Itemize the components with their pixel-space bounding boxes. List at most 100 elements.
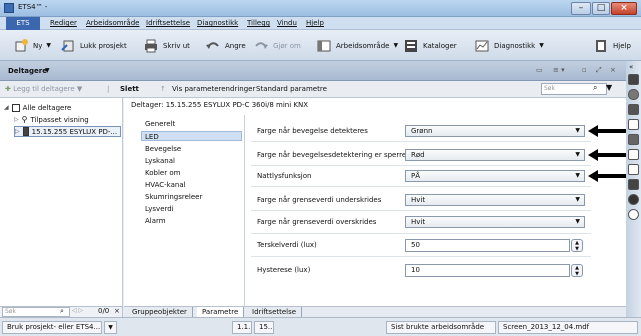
menu-arbeidsomrade[interactable]: Arbeidsområde [86, 19, 139, 27]
nav-item-skumringsreleer[interactable]: Skumringsreleer [145, 192, 202, 202]
maximize-button[interactable]: □ [592, 2, 610, 15]
diagnostics-button[interactable]: Diagnostikk ▼ [474, 30, 544, 61]
ets-menu-button[interactable]: ETS [6, 17, 40, 30]
param-select-motion-color[interactable]: Grønn ▼ [405, 125, 585, 137]
param-value-below-threshold-color: Hvit [411, 196, 426, 204]
minimize-button[interactable]: – [571, 2, 591, 15]
chevron-down-icon: ▼ [108, 324, 113, 331]
hysteresis-stepper[interactable]: ▲ ▼ [571, 264, 583, 277]
status-bar: Bruk prosjekt- eller ETS4... ▼ 1.1... 15… [0, 317, 641, 336]
panel-menu-icon[interactable]: ≡ ▾ [553, 66, 565, 74]
panel-close-icon[interactable]: × [610, 66, 616, 74]
chevron-down-icon: ▼ [575, 172, 580, 179]
chevron-down-icon: ▼ [575, 218, 580, 225]
tree-search-placeholder: Søk [5, 308, 16, 315]
param-select-above-threshold-color[interactable]: Hvit ▼ [405, 216, 585, 228]
device-icon [22, 127, 29, 136]
match-count: 0/0 [98, 307, 110, 315]
menu-idriftsettelse[interactable]: Idriftsettelse [146, 19, 190, 27]
nav-item-lysverdi[interactable]: Lysverdi [145, 204, 174, 214]
add-participants-button[interactable]: ✚ Legg til deltagere ▼ [5, 85, 82, 93]
expand-arrow-icon[interactable]: ◢ [4, 104, 9, 111]
nav-item-generelt[interactable]: Generelt [145, 119, 175, 129]
param-value-night-light: PÅ [411, 172, 421, 180]
panel-restore-icon[interactable]: ▭ [536, 66, 543, 74]
menu-vindu[interactable]: Vindu [277, 19, 297, 27]
catalog-icon [405, 39, 417, 52]
menu-rediger[interactable]: Rediger [50, 19, 77, 27]
clock-icon[interactable] [628, 209, 639, 220]
tree-footer: Søk ⌕ ◁ ▷ 0/0 × [0, 306, 123, 317]
window-title: ETS4™ - [18, 3, 48, 11]
param-input-threshold-lux[interactable]: 50 [405, 239, 570, 252]
tree-item-custom-view[interactable]: ▷ ⚲ Tilpasset visning [14, 114, 89, 125]
threshold-stepper[interactable]: ▲ ▼ [571, 239, 583, 252]
collapse-arrow-icon[interactable]: ▷ [14, 116, 19, 123]
undo-button[interactable]: Angre [205, 30, 246, 61]
menu-tillegg[interactable]: Tillegg [247, 19, 270, 27]
close-icon: × [620, 3, 628, 13]
tree-item-device[interactable]: ▷ 15.15.255 ESYLUX PD-... [14, 126, 121, 137]
standard-params-button[interactable]: Standard parametre [256, 85, 327, 93]
filter-icon[interactable]: ▼ [606, 83, 612, 92]
param-select-night-light[interactable]: PÅ ▼ [405, 170, 585, 182]
param-divider [251, 186, 591, 187]
close-project-button[interactable]: Lukk prosjekt [60, 30, 127, 61]
prev-arrow-icon[interactable]: ◁ ▷ [72, 307, 83, 314]
search-panel-icon[interactable] [628, 104, 639, 115]
nav-item-kobler-om[interactable]: Kobler om [145, 168, 180, 178]
collapse-arrow-icon[interactable]: ▷ [15, 128, 20, 135]
menu-diagnostikk[interactable]: Diagnostikk [197, 19, 238, 27]
nav-item-lyskanal[interactable]: Lyskanal [145, 156, 175, 166]
param-value-hysteresis-lux: 10 [411, 266, 420, 274]
print-button[interactable]: Skriv ut [143, 30, 190, 61]
panel-dock-icon[interactable]: ▫ [582, 66, 587, 74]
tree-search-icon[interactable]: ⌕ [60, 307, 64, 316]
delete-button[interactable]: Slett [120, 85, 139, 93]
panel-float-icon[interactable]: ⤢ [596, 66, 602, 75]
close-button[interactable]: × [611, 2, 637, 15]
bottom-tabs: Gruppeobjekter Parametre Idriftsettelse [124, 306, 626, 318]
param-label-hysteresis-lux: Hysterese (lux) [257, 266, 311, 274]
sidebar-collapse-icon[interactable]: « [629, 63, 633, 71]
redo-button[interactable]: Gjør om [253, 30, 301, 61]
status-dropdown[interactable]: ▼ [104, 321, 117, 334]
new-button[interactable]: Ny ▼ [13, 30, 51, 61]
help-icon[interactable] [628, 179, 639, 190]
param-input-hysteresis-lux[interactable]: 10 [405, 264, 570, 277]
device-header: Deltager: 15.15.255 ESYLUX PD-C 360i/8 m… [131, 101, 309, 109]
tree-item-all[interactable]: ◢ Alle deltagere [4, 102, 71, 113]
workspace-button[interactable]: Arbeidsområde ▼ [316, 30, 398, 61]
chevron-down-icon: ▼ [575, 151, 580, 158]
info-icon[interactable] [628, 74, 639, 85]
list-icon[interactable] [628, 119, 639, 130]
param-value-above-threshold-color: Hvit [411, 218, 426, 226]
param-select-blocked-color[interactable]: Rød ▼ [405, 149, 585, 161]
catalogs-button[interactable]: Kataloger [403, 30, 457, 61]
param-select-below-threshold-color[interactable]: Hvit ▼ [405, 194, 585, 206]
param-label-night-light: Nattlysfunksjon [257, 172, 312, 180]
help-button[interactable]: Hjelp [593, 30, 631, 61]
search-icon[interactable]: ⌕ [593, 83, 597, 93]
history-icon[interactable] [628, 194, 639, 205]
nav-item-led[interactable]: LED [141, 131, 242, 141]
checklist-icon[interactable] [628, 164, 639, 175]
panel-title[interactable]: Deltagere [8, 67, 47, 75]
tree-close-icon[interactable]: × [114, 307, 120, 315]
param-value-blocked-color: Rød [411, 151, 425, 159]
folder-icon[interactable] [628, 89, 639, 100]
document-icon[interactable] [628, 149, 639, 160]
tag-icon[interactable] [628, 134, 639, 145]
nav-item-alarm[interactable]: Alarm [145, 216, 166, 226]
param-value-threshold-lux: 50 [411, 241, 420, 249]
nav-item-bevegelse[interactable]: Bevegelse [145, 144, 181, 154]
redo-label: Gjør om [273, 41, 301, 50]
participants-tree: ◢ Alle deltagere ▷ ⚲ Tilpasset visning ▷… [0, 98, 123, 306]
panel-title-chevron-icon[interactable]: ▼ [45, 67, 50, 74]
chevron-down-icon: ▼ [575, 196, 580, 203]
redo-icon [255, 41, 268, 49]
menu-hjelp[interactable]: Hjelp [306, 19, 324, 27]
nav-item-hvac-kanal[interactable]: HVAC-kanal [145, 180, 186, 190]
param-label-above-threshold-color: Farge når grenseverdi overskrides [257, 218, 377, 226]
show-changes-button[interactable]: Vis parameterendringer [172, 85, 255, 93]
